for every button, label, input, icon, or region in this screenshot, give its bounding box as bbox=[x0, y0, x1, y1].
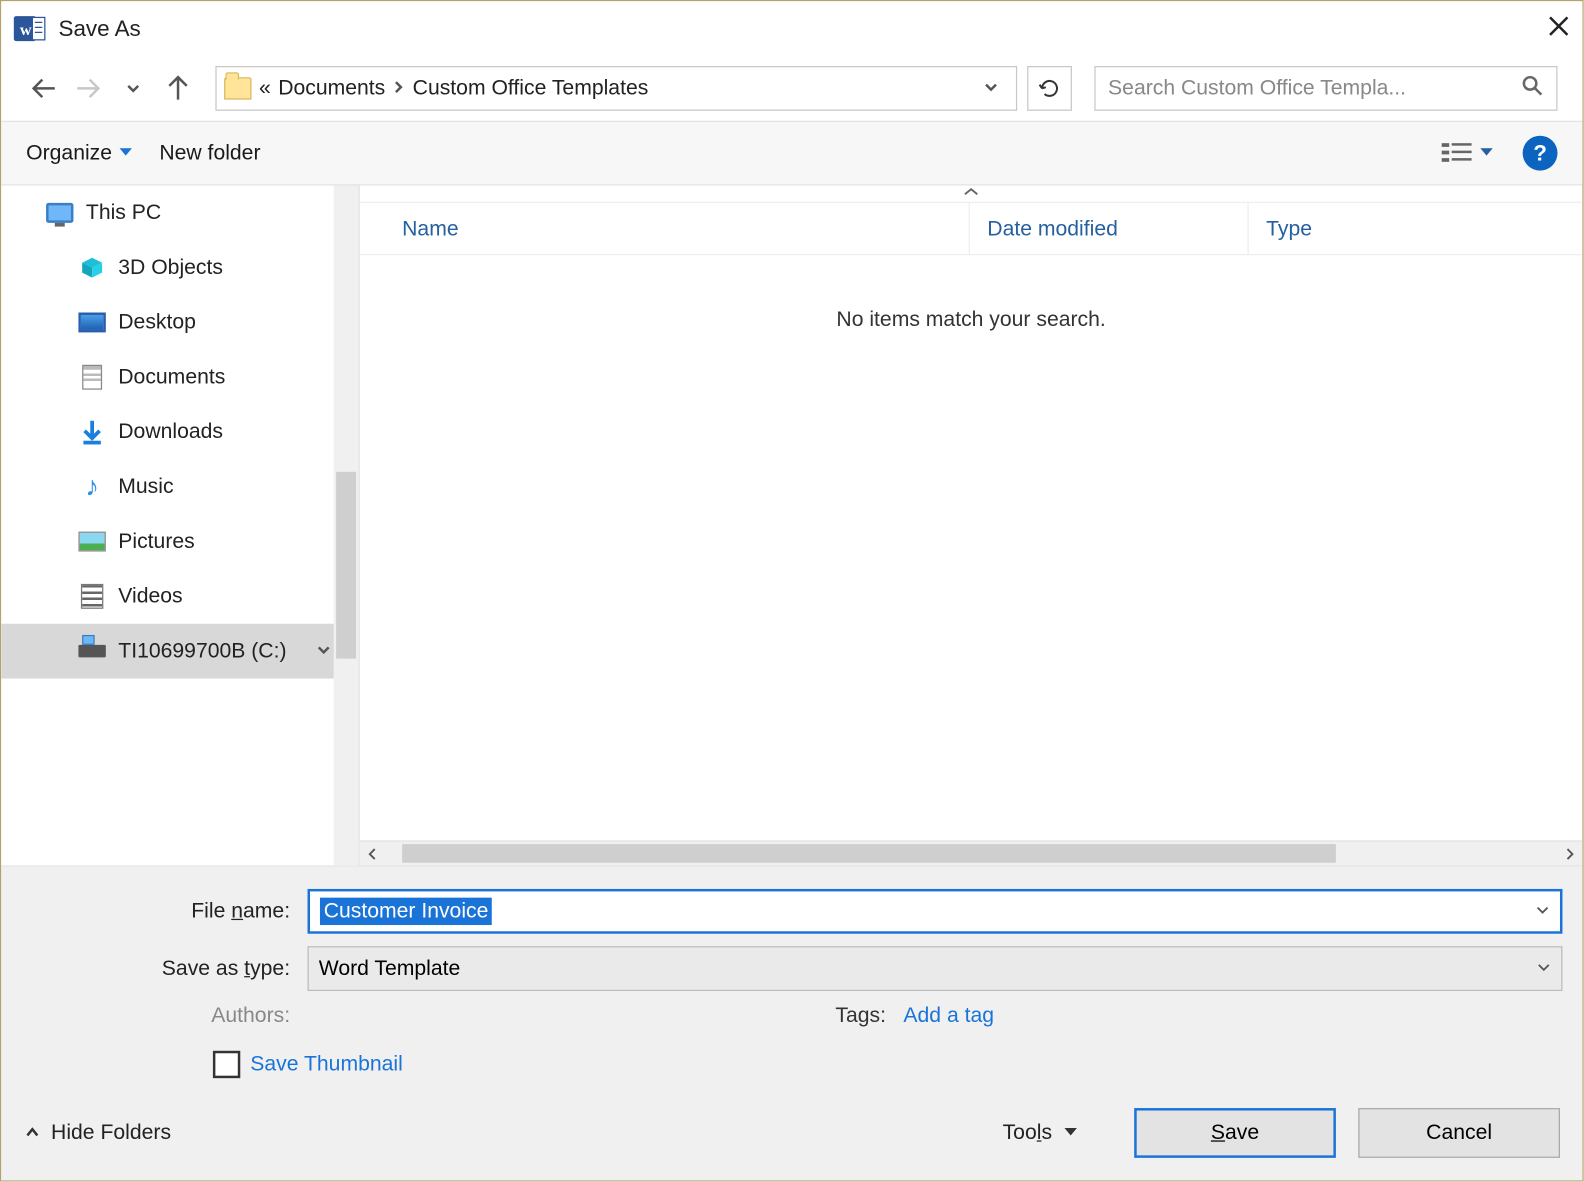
tags-label: Tags: bbox=[835, 1003, 886, 1028]
scroll-left-arrow[interactable] bbox=[360, 841, 385, 866]
column-date[interactable]: Date modified bbox=[970, 203, 1249, 254]
documents-icon bbox=[78, 365, 105, 390]
tree-this-pc[interactable]: This PC bbox=[1, 186, 358, 241]
cube-icon bbox=[78, 255, 105, 280]
horizontal-scrollbar[interactable] bbox=[360, 840, 1583, 865]
word-app-icon: w bbox=[14, 12, 46, 44]
column-headers: Name Date modified Type bbox=[360, 203, 1583, 255]
organize-menu[interactable]: Organize bbox=[26, 141, 132, 166]
desktop-icon bbox=[78, 310, 105, 335]
tree-pictures[interactable]: Pictures bbox=[1, 514, 358, 569]
filename-dropdown[interactable] bbox=[1535, 899, 1550, 924]
tools-menu[interactable]: Tools bbox=[1003, 1121, 1077, 1146]
cancel-button[interactable]: Cancel bbox=[1358, 1108, 1560, 1158]
save-type-value: Word Template bbox=[319, 956, 461, 981]
filename-label: File name: bbox=[21, 899, 307, 924]
help-button[interactable]: ? bbox=[1523, 136, 1558, 171]
filename-input[interactable]: Customer Invoice bbox=[308, 889, 1563, 934]
save-thumbnail-checkbox[interactable] bbox=[213, 1051, 240, 1078]
forward-button[interactable] bbox=[71, 71, 106, 106]
view-options[interactable] bbox=[1440, 141, 1492, 166]
breadcrumb-current[interactable]: Custom Office Templates bbox=[413, 76, 649, 101]
history-dropdown[interactable] bbox=[116, 71, 151, 106]
tree-desktop[interactable]: Desktop bbox=[1, 295, 358, 350]
navigation-tree: This PC 3D Objects Desktop Documents bbox=[1, 186, 360, 866]
tree-drive-c[interactable]: TI10699700B (C:) bbox=[1, 624, 358, 679]
address-bar[interactable]: « Documents Custom Office Templates bbox=[215, 66, 1017, 111]
scrollbar-thumb[interactable] bbox=[402, 844, 1336, 863]
column-name[interactable]: Name bbox=[360, 203, 970, 254]
sidebar-scrollbar[interactable] bbox=[334, 186, 359, 866]
add-tag-link[interactable]: Add a tag bbox=[903, 1003, 994, 1028]
svg-text:w: w bbox=[20, 22, 32, 39]
search-box[interactable] bbox=[1094, 66, 1557, 111]
close-button[interactable] bbox=[1520, 12, 1570, 44]
chevron-down-icon[interactable] bbox=[316, 639, 331, 664]
drive-icon bbox=[78, 639, 105, 664]
folder-icon bbox=[224, 77, 251, 99]
back-button[interactable] bbox=[26, 71, 61, 106]
collapse-chevron[interactable] bbox=[360, 186, 1583, 203]
breadcrumb-prefix: « bbox=[259, 76, 271, 101]
authors-label: Authors: bbox=[21, 1003, 307, 1028]
hide-folders-button[interactable]: Hide Folders bbox=[51, 1121, 171, 1146]
hide-folders-chevron[interactable] bbox=[24, 1121, 41, 1146]
chevron-right-icon[interactable] bbox=[393, 76, 405, 101]
save-type-select[interactable]: Word Template bbox=[308, 946, 1563, 991]
videos-icon bbox=[78, 584, 105, 609]
music-icon: ♪ bbox=[78, 474, 105, 499]
search-input[interactable] bbox=[1108, 76, 1521, 101]
tree-documents[interactable]: Documents bbox=[1, 350, 358, 405]
tree-videos[interactable]: Videos bbox=[1, 569, 358, 624]
filename-value: Customer Invoice bbox=[320, 898, 492, 925]
pictures-icon bbox=[78, 529, 105, 554]
downloads-icon bbox=[78, 420, 105, 445]
scrollbar-thumb[interactable] bbox=[336, 472, 356, 659]
up-button[interactable] bbox=[161, 71, 196, 106]
address-dropdown[interactable] bbox=[984, 76, 999, 101]
scroll-right-arrow[interactable] bbox=[1557, 841, 1582, 866]
new-folder-button[interactable]: New folder bbox=[159, 141, 260, 166]
search-icon[interactable] bbox=[1521, 74, 1543, 103]
save-type-label: Save as type: bbox=[21, 956, 307, 981]
empty-message: No items match your search. bbox=[360, 255, 1583, 332]
pc-icon bbox=[46, 200, 73, 225]
refresh-button[interactable] bbox=[1027, 66, 1072, 111]
breadcrumb-documents[interactable]: Documents bbox=[278, 76, 385, 101]
tree-downloads[interactable]: Downloads bbox=[1, 405, 358, 460]
column-type[interactable]: Type bbox=[1249, 203, 1583, 254]
save-button[interactable]: Save bbox=[1134, 1108, 1336, 1158]
tree-3d-objects[interactable]: 3D Objects bbox=[1, 240, 358, 295]
type-dropdown[interactable] bbox=[1536, 956, 1551, 981]
window-title: Save As bbox=[59, 16, 1521, 42]
save-thumbnail-label[interactable]: Save Thumbnail bbox=[250, 1052, 403, 1077]
tree-music[interactable]: ♪ Music bbox=[1, 459, 358, 514]
